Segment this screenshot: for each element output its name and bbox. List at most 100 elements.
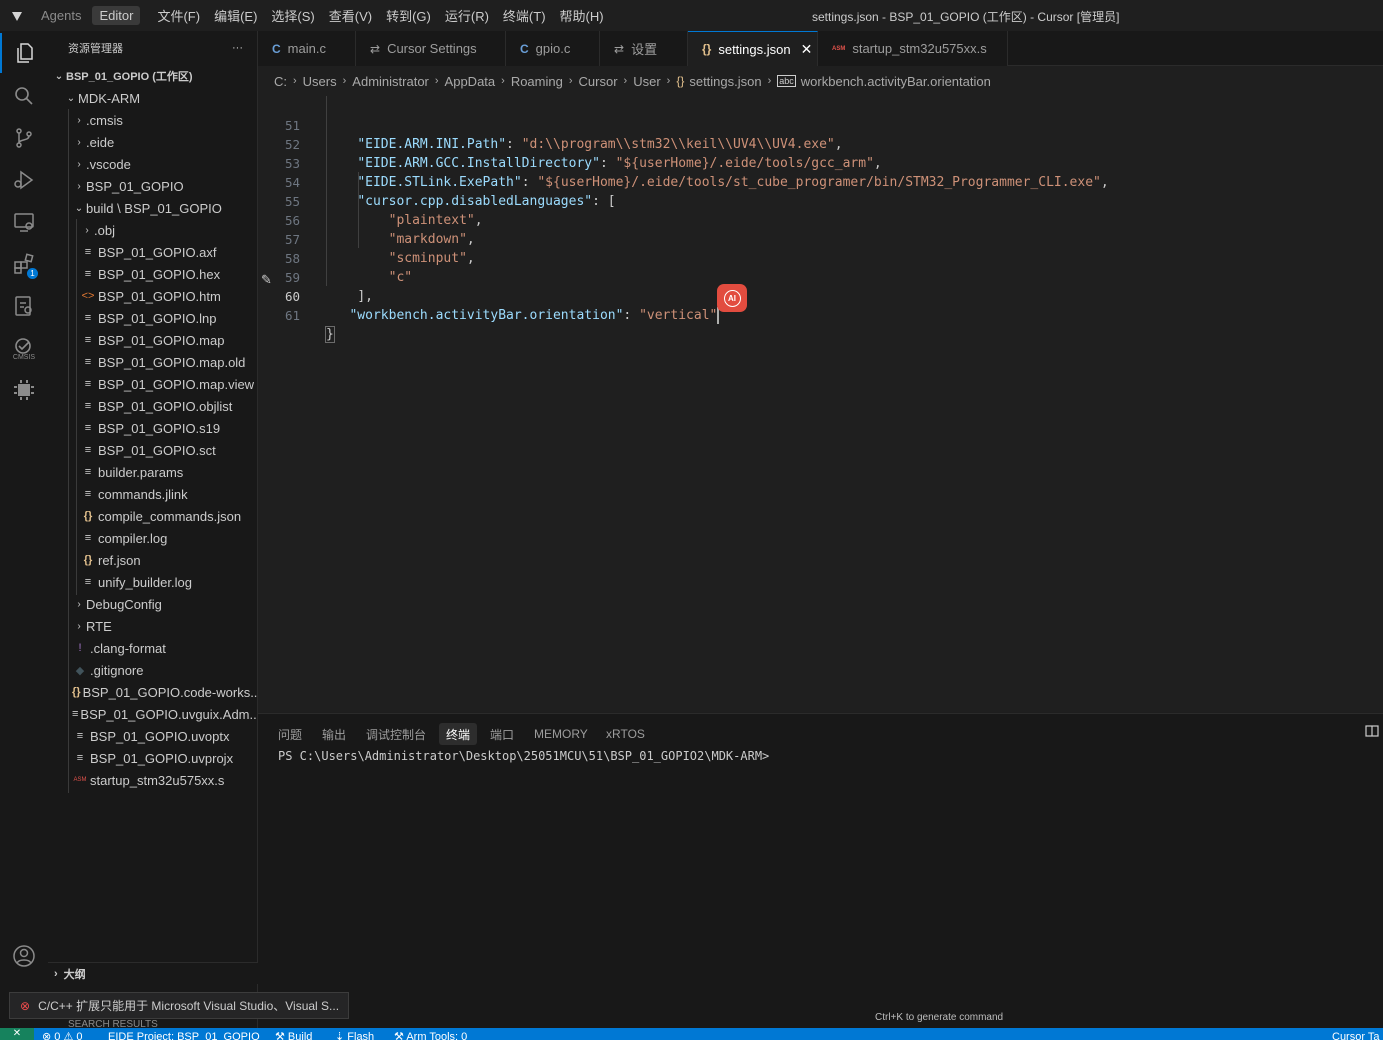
- tab-xrtos[interactable]: xRTOS: [599, 723, 652, 745]
- file-item[interactable]: ≡ BSP_01_GOPIO.axf: [48, 241, 257, 263]
- code-editor[interactable]: 51 "EIDE.ARM.INI.Path": "d:\\program\\st…: [258, 96, 1383, 712]
- breadcrumb-item[interactable]: Users: [303, 74, 337, 89]
- folder-item[interactable]: › RTE: [48, 615, 257, 637]
- breadcrumb-item[interactable]: workbench.activityBar.orientation: [801, 74, 991, 89]
- remote-explorer-icon[interactable]: [0, 202, 48, 242]
- build-button[interactable]: ⚒ Build: [275, 1031, 312, 1040]
- menu-go[interactable]: 转到(G): [379, 6, 438, 25]
- file-item[interactable]: ≡ BSP_01_GOPIO.map.old: [48, 351, 257, 373]
- tab-ports[interactable]: 端口: [483, 723, 521, 745]
- title-bar: Agents Editor 文件(F) 编辑(E) 选择(S) 查看(V) 转到…: [0, 0, 1383, 31]
- search-icon[interactable]: [0, 76, 48, 116]
- folder-item[interactable]: › DebugConfig: [48, 593, 257, 615]
- file-item[interactable]: ≡ BSP_01_GOPIO.map.view: [48, 373, 257, 395]
- breadcrumb-item[interactable]: settings.json: [689, 74, 761, 89]
- flash-button[interactable]: ⇣ Flash: [335, 1031, 374, 1040]
- file-item[interactable]: {} compile_commands.json: [48, 505, 257, 527]
- notification-toast[interactable]: ⊗ C/C++ 扩展只能用于 Microsoft Visual Studio、V…: [9, 992, 349, 1019]
- tab-memory[interactable]: MEMORY: [527, 723, 595, 745]
- eide-icon[interactable]: [0, 286, 48, 326]
- file-item[interactable]: ≡ builder.params: [48, 461, 257, 483]
- file-item[interactable]: ! .clang-format: [48, 637, 257, 659]
- chevron-right-icon: ›: [501, 75, 505, 87]
- tab-gpio-c[interactable]: C gpio.c: [506, 31, 600, 66]
- tab-debug-console[interactable]: 调试控制台: [359, 723, 433, 745]
- file-item[interactable]: ≡ compiler.log: [48, 527, 257, 549]
- explorer-sidebar: 资源管理器 ··· ⌄ BSP_01_GOPIO (工作区) ⌄ MDK-ARM ›…: [48, 31, 258, 1028]
- tab-cursor-settings[interactable]: ⇄ Cursor Settings: [356, 31, 506, 66]
- terminal-prompt[interactable]: PS C:\Users\Administrator\Desktop\25051M…: [278, 749, 769, 763]
- file-item[interactable]: ≡ BSP_01_GOPIO.objlist: [48, 395, 257, 417]
- tab-output[interactable]: 输出: [315, 723, 353, 745]
- file-item[interactable]: {} BSP_01_GOPIO.code-works...: [48, 681, 257, 703]
- file-item[interactable]: ≡ commands.jlink: [48, 483, 257, 505]
- file-item[interactable]: <> BSP_01_GOPIO.htm: [48, 285, 257, 307]
- menu-view[interactable]: 查看(V): [322, 6, 379, 25]
- tab-problems[interactable]: 问题: [271, 723, 309, 745]
- extensions-icon[interactable]: 1: [0, 244, 48, 284]
- problems-status[interactable]: ⊗ 0 ⚠ 0: [42, 1031, 82, 1040]
- editor-mode-button[interactable]: Editor: [92, 6, 141, 25]
- file-item[interactable]: {} ref.json: [48, 549, 257, 571]
- cmsis-icon[interactable]: CMSIS: [0, 328, 48, 368]
- file-item[interactable]: ≡ BSP_01_GOPIO.uvprojx: [48, 747, 257, 769]
- breadcrumb-item[interactable]: Roaming: [511, 74, 563, 89]
- folder-item[interactable]: ⌄ build \ BSP_01_GOPIO: [48, 197, 257, 219]
- close-icon[interactable]: ✕: [801, 41, 813, 58]
- file-item[interactable]: ≡ BSP_01_GOPIO.hex: [48, 263, 257, 285]
- text-file-icon: ≡: [84, 488, 92, 500]
- tab-startup-s[interactable]: ASM startup_stm32u575xx.s: [818, 31, 1008, 66]
- tab-terminal[interactable]: 终端: [439, 723, 478, 745]
- breadcrumb-item[interactable]: AppData: [445, 74, 496, 89]
- file-item[interactable]: ≡ unify_builder.log: [48, 571, 257, 593]
- file-item[interactable]: ASM startup_stm32u575xx.s: [48, 769, 257, 791]
- text-file-icon: ≡: [72, 708, 79, 720]
- menu-edit[interactable]: 编辑(E): [207, 6, 264, 25]
- file-item[interactable]: ≡ BSP_01_GOPIO.sct: [48, 439, 257, 461]
- folder-item[interactable]: ⌄ MDK-ARM: [48, 87, 257, 109]
- breadcrumb-item[interactable]: C:: [274, 74, 287, 89]
- chip-icon[interactable]: [0, 370, 48, 410]
- menu-selection[interactable]: 选择(S): [264, 6, 321, 25]
- breadcrumb-item[interactable]: Administrator: [352, 74, 429, 89]
- menu-help[interactable]: 帮助(H): [553, 6, 611, 25]
- explorer-icon[interactable]: [0, 33, 48, 73]
- tree-item-label: .clang-format: [90, 640, 166, 656]
- breadcrumb-item[interactable]: User: [633, 74, 660, 89]
- ai-assist-button[interactable]: AI: [717, 284, 747, 312]
- file-item[interactable]: ≡ BSP_01_GOPIO.s19: [48, 417, 257, 439]
- tree-item-label: MDK-ARM: [78, 90, 141, 106]
- tab-settings-json[interactable]: {} settings.json ✕: [688, 31, 818, 66]
- menu-terminal[interactable]: 终端(T): [496, 6, 553, 25]
- file-item[interactable]: ≡ BSP_01_GOPIO.uvguix.Adm...: [48, 703, 257, 725]
- menu-run[interactable]: 运行(R): [438, 6, 496, 25]
- folder-item[interactable]: › .vscode: [48, 153, 257, 175]
- split-panel-icon[interactable]: [1365, 724, 1379, 738]
- tab-main-c[interactable]: C main.c: [258, 31, 356, 66]
- eide-project-status[interactable]: EIDE Project: BSP_01_GOPIO: [108, 1031, 260, 1040]
- folder-item[interactable]: › .cmsis: [48, 109, 257, 131]
- pencil-edit-icon[interactable]: ✎: [261, 273, 272, 288]
- workspace-root[interactable]: ⌄ BSP_01_GOPIO (工作区): [48, 65, 257, 87]
- settings-icon: ⇄: [614, 41, 625, 56]
- arm-tools-button[interactable]: ⚒ Arm Tools: 0: [394, 1031, 467, 1040]
- run-debug-icon[interactable]: [0, 160, 48, 200]
- explorer-more-button[interactable]: ···: [232, 42, 243, 54]
- chevron-down-icon: ⌄: [74, 202, 84, 214]
- cursor-tab-status[interactable]: Cursor Ta: [1332, 1031, 1379, 1040]
- agents-mode-button[interactable]: Agents: [34, 6, 88, 25]
- file-item[interactable]: ≡ BSP_01_GOPIO.lnp: [48, 307, 257, 329]
- remote-indicator-icon[interactable]: ✕: [0, 1028, 34, 1040]
- file-item[interactable]: ≡ BSP_01_GOPIO.uvoptx: [48, 725, 257, 747]
- file-item[interactable]: ≡ BSP_01_GOPIO.map: [48, 329, 257, 351]
- account-icon[interactable]: [0, 936, 48, 976]
- breadcrumb-item[interactable]: Cursor: [579, 74, 618, 89]
- source-control-icon[interactable]: [0, 118, 48, 158]
- folder-item[interactable]: › .eide: [48, 131, 257, 153]
- tab-settings[interactable]: ⇄ 设置: [600, 31, 688, 66]
- folder-item[interactable]: › .obj: [48, 219, 257, 241]
- outline-section[interactable]: › 大纲: [48, 962, 258, 984]
- menu-file[interactable]: 文件(F): [150, 6, 207, 25]
- folder-item[interactable]: › BSP_01_GOPIO: [48, 175, 257, 197]
- file-item[interactable]: ◆ .gitignore: [48, 659, 257, 681]
